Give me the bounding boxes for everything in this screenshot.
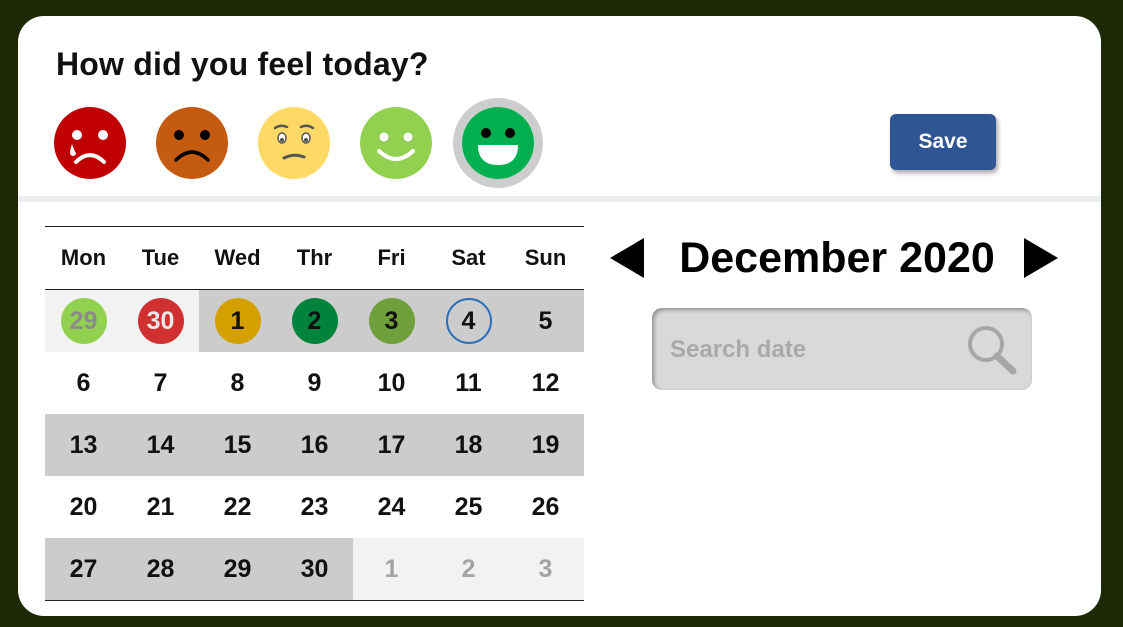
day-cell[interactable]: 15 <box>199 414 276 476</box>
divider <box>18 196 1101 202</box>
day-cell[interactable]: 18 <box>430 414 507 476</box>
month-navigation: December 2020 <box>608 234 1058 284</box>
mood-marker-day: 29 <box>60 298 107 344</box>
day-cell[interactable]: 2 <box>276 289 353 352</box>
week-row: 13 14 15 16 17 18 19 <box>45 414 584 476</box>
mood-question: How did you feel today? <box>56 46 429 82</box>
day-cell[interactable]: 29 <box>199 538 276 601</box>
day-cell-next-month[interactable]: 3 <box>507 538 584 601</box>
day-cell-today[interactable]: 4 <box>430 289 507 352</box>
crying-face-icon <box>54 107 126 179</box>
search-date-input[interactable] <box>668 330 952 370</box>
day-cell[interactable]: 6 <box>45 352 122 414</box>
grin-face-icon <box>462 107 534 179</box>
day-cell[interactable]: 30 <box>276 538 353 601</box>
weekday-header-row: Mon Tue Wed Thr Fri Sat Sun <box>45 226 584 290</box>
day-cell[interactable]: 27 <box>45 538 122 601</box>
mood-marker-day: 30 <box>137 298 184 344</box>
day-cell[interactable]: 26 <box>507 476 584 538</box>
week-row: 6 7 8 9 10 11 12 <box>45 352 584 414</box>
weekday-fri: Fri <box>353 226 430 290</box>
calendar-grid: Mon Tue Wed Thr Fri Sat Sun 29 30 1 2 3 … <box>45 226 584 601</box>
day-cell[interactable]: 29 <box>45 289 122 352</box>
day-cell[interactable]: 3 <box>353 289 430 352</box>
day-cell[interactable]: 11 <box>430 352 507 414</box>
day-cell[interactable]: 20 <box>45 476 122 538</box>
mood-very-happy-button[interactable] <box>462 107 534 179</box>
mood-marker-day: 3 <box>368 298 415 344</box>
day-cell[interactable]: 21 <box>122 476 199 538</box>
date-search-box <box>652 308 1032 390</box>
day-cell[interactable]: 1 <box>199 289 276 352</box>
day-cell[interactable]: 23 <box>276 476 353 538</box>
day-cell[interactable]: 8 <box>199 352 276 414</box>
day-cell[interactable]: 28 <box>122 538 199 601</box>
day-cell[interactable]: 5 <box>507 289 584 352</box>
mood-meh-button[interactable] <box>258 107 330 179</box>
next-month-icon[interactable] <box>1024 238 1058 278</box>
day-cell[interactable]: 13 <box>45 414 122 476</box>
day-cell[interactable]: 9 <box>276 352 353 414</box>
previous-month-icon[interactable] <box>610 238 644 278</box>
week-row: 29 30 1 2 3 4 5 <box>45 289 584 352</box>
mood-card: How did you feel today? Save Mon Tue Wed… <box>18 16 1101 616</box>
weekday-wed: Wed <box>199 226 276 290</box>
save-button[interactable]: Save <box>890 114 996 170</box>
neutral-face-icon <box>258 107 330 179</box>
day-cell[interactable]: 10 <box>353 352 430 414</box>
weekday-sun: Sun <box>507 226 584 290</box>
day-cell-next-month[interactable]: 1 <box>353 538 430 601</box>
weekday-mon: Mon <box>45 226 122 290</box>
day-cell[interactable]: 24 <box>353 476 430 538</box>
search-icon[interactable] <box>964 323 1020 377</box>
day-cell[interactable]: 25 <box>430 476 507 538</box>
mood-marker-day: 2 <box>291 298 338 344</box>
month-title: December 2020 <box>679 234 995 282</box>
day-cell[interactable]: 17 <box>353 414 430 476</box>
weekday-thu: Thr <box>276 226 353 290</box>
mood-very-sad-button[interactable] <box>54 107 126 179</box>
weekday-tue: Tue <box>122 226 199 290</box>
day-cell-next-month[interactable]: 2 <box>430 538 507 601</box>
mood-happy-button[interactable] <box>360 107 432 179</box>
weekday-sat: Sat <box>430 226 507 290</box>
day-cell[interactable]: 7 <box>122 352 199 414</box>
week-row: 27 28 29 30 1 2 3 <box>45 538 584 601</box>
smile-face-icon <box>360 107 432 179</box>
day-cell[interactable]: 14 <box>122 414 199 476</box>
mood-marker-day: 1 <box>214 298 261 344</box>
day-cell[interactable]: 22 <box>199 476 276 538</box>
day-cell[interactable]: 12 <box>507 352 584 414</box>
today-marker: 4 <box>445 298 492 344</box>
week-row: 20 21 22 23 24 25 26 <box>45 476 584 538</box>
day-cell[interactable]: 30 <box>122 289 199 352</box>
day-cell[interactable]: 19 <box>507 414 584 476</box>
mood-sad-button[interactable] <box>156 107 228 179</box>
day-cell[interactable]: 16 <box>276 414 353 476</box>
sad-face-icon <box>156 107 228 179</box>
